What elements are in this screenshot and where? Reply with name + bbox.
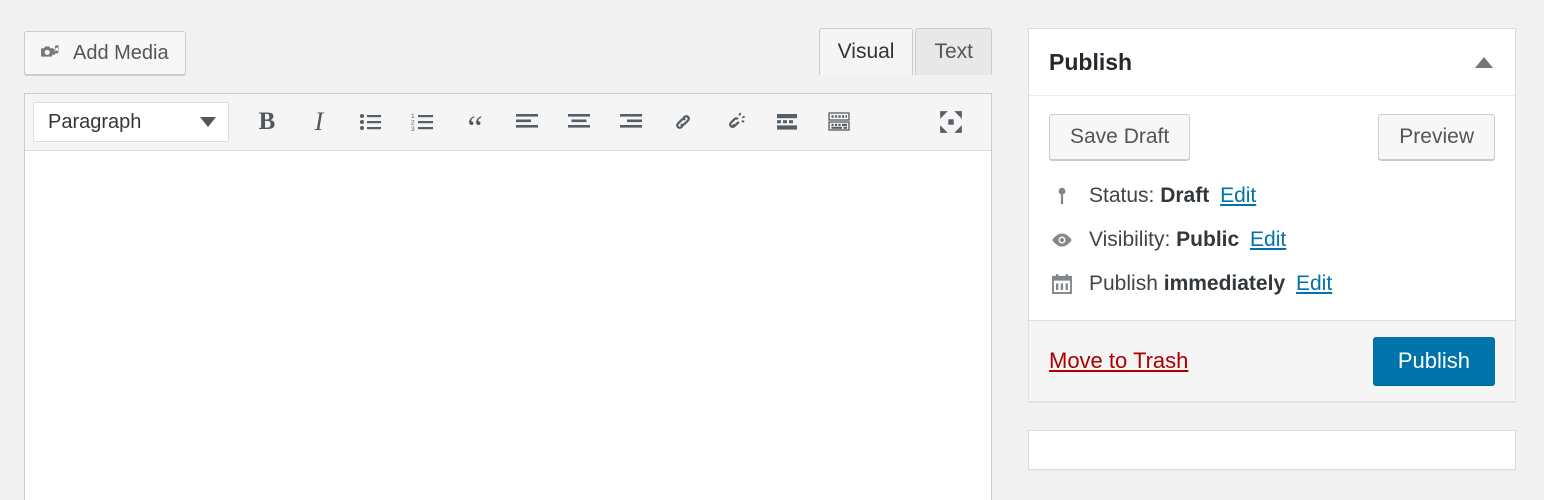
post-visibility-prefix: Visibility: bbox=[1089, 228, 1170, 251]
align-left-icon bbox=[515, 112, 539, 132]
publish-metabox-title: Publish bbox=[1049, 49, 1132, 76]
add-media-button[interactable]: Add Media bbox=[24, 31, 186, 75]
bold-glyph: B bbox=[259, 108, 276, 136]
ordered-list-icon: 1 2 3 bbox=[411, 112, 435, 132]
post-schedule-value: immediately bbox=[1164, 272, 1285, 295]
remove-link-button[interactable] bbox=[715, 102, 755, 142]
admin-media-icon bbox=[39, 41, 63, 65]
post-status-text: Status: Draft Edit bbox=[1089, 184, 1256, 208]
calendar-icon bbox=[1049, 271, 1075, 297]
visibility-eye-icon bbox=[1049, 227, 1075, 253]
tab-visual-label: Visual bbox=[838, 40, 895, 64]
unordered-list-icon bbox=[359, 112, 383, 132]
save-draft-button[interactable]: Save Draft bbox=[1049, 114, 1190, 160]
blockquote-button[interactable]: “ bbox=[455, 102, 495, 142]
read-more-button[interactable] bbox=[767, 102, 807, 142]
edit-post-status-link[interactable]: Edit bbox=[1220, 184, 1256, 207]
fullscreen-button[interactable] bbox=[931, 102, 971, 142]
post-visibility-text: Visibility: Public Edit bbox=[1089, 228, 1286, 252]
bulleted-list-button[interactable] bbox=[351, 102, 391, 142]
format-select-value: Paragraph bbox=[48, 111, 141, 134]
edit-visibility-link[interactable]: Edit bbox=[1250, 228, 1286, 251]
align-right-icon bbox=[619, 112, 643, 132]
keyboard-icon bbox=[827, 111, 851, 133]
major-publishing-actions: Move to Trash Publish bbox=[1029, 320, 1515, 401]
post-visibility-value: Public bbox=[1176, 228, 1239, 251]
italic-button[interactable]: I bbox=[299, 102, 339, 142]
editor-column: Add Media Visual Text Paragraph B bbox=[24, 0, 992, 500]
read-more-icon bbox=[775, 112, 799, 132]
add-media-label: Add Media bbox=[73, 43, 169, 63]
next-metabox[interactable] bbox=[1028, 430, 1516, 470]
align-center-icon bbox=[567, 112, 591, 132]
post-schedule-text: Publish immediately Edit bbox=[1089, 272, 1332, 296]
post-status-row: Status: Draft Edit bbox=[1049, 174, 1495, 218]
editor-content-area[interactable] bbox=[25, 151, 991, 500]
wordpress-post-editor-screen: Add Media Visual Text Paragraph B bbox=[0, 0, 1544, 500]
chevron-up-icon[interactable] bbox=[1475, 57, 1493, 68]
insert-link-button[interactable] bbox=[663, 102, 703, 142]
publish-metabox-header[interactable]: Publish bbox=[1029, 29, 1515, 96]
unlink-icon bbox=[723, 110, 747, 134]
edit-schedule-link[interactable]: Edit bbox=[1296, 272, 1332, 295]
media-buttons-row: Add Media bbox=[24, 31, 186, 75]
bold-button[interactable]: B bbox=[247, 102, 287, 142]
post-status-pin-icon bbox=[1049, 183, 1075, 209]
tab-text[interactable]: Text bbox=[915, 28, 992, 75]
publish-button[interactable]: Publish bbox=[1373, 337, 1495, 385]
post-schedule-prefix: Publish bbox=[1089, 272, 1158, 295]
editor-sidebar: Publish Save Draft Preview Status: bbox=[1028, 28, 1516, 470]
move-to-trash-link[interactable]: Move to Trash bbox=[1049, 348, 1188, 374]
format-select[interactable]: Paragraph bbox=[33, 102, 229, 142]
editor-toolbar: Paragraph B I bbox=[25, 94, 991, 151]
preview-button[interactable]: Preview bbox=[1378, 114, 1495, 160]
post-schedule-row: Publish immediately Edit bbox=[1049, 262, 1495, 306]
post-status-prefix: Status: bbox=[1089, 184, 1154, 207]
minor-publishing-actions: Save Draft Preview bbox=[1049, 114, 1495, 160]
publish-metabox-body: Save Draft Preview Status: Draft Edit bbox=[1029, 96, 1515, 320]
numbered-list-button[interactable]: 1 2 3 bbox=[403, 102, 443, 142]
post-status-value: Draft bbox=[1160, 184, 1209, 207]
align-center-button[interactable] bbox=[559, 102, 599, 142]
editor-wrapper: Paragraph B I bbox=[24, 93, 992, 500]
align-left-button[interactable] bbox=[507, 102, 547, 142]
link-icon bbox=[671, 110, 695, 134]
fullscreen-arrows-icon bbox=[938, 109, 964, 135]
post-visibility-row: Visibility: Public Edit bbox=[1049, 218, 1495, 262]
editor-mode-tabs: Visual Text bbox=[819, 28, 992, 75]
tab-visual[interactable]: Visual bbox=[819, 28, 914, 75]
align-right-button[interactable] bbox=[611, 102, 651, 142]
svg-text:3: 3 bbox=[411, 126, 415, 132]
italic-glyph: I bbox=[315, 107, 324, 137]
chevron-down-icon bbox=[200, 117, 216, 127]
tab-text-label: Text bbox=[934, 40, 973, 64]
keyboard-shortcuts-button[interactable] bbox=[819, 102, 859, 142]
publish-metabox: Publish Save Draft Preview Status: bbox=[1028, 28, 1516, 402]
